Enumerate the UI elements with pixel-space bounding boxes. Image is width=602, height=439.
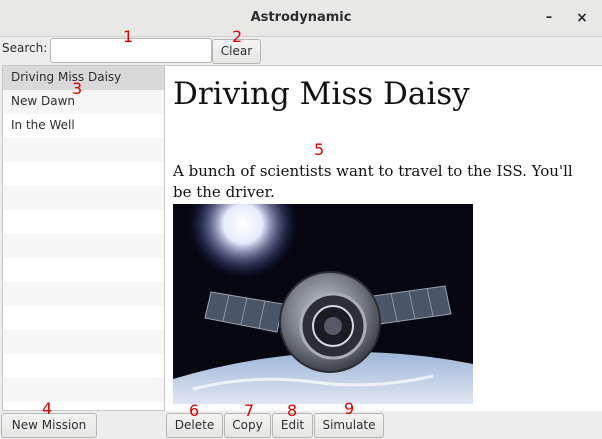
empty-list-row	[3, 306, 164, 330]
mission-list-item[interactable]: Driving Miss Daisy	[3, 66, 164, 90]
annotation-marker: 8	[287, 401, 298, 420]
empty-list-row	[3, 162, 164, 186]
annotation-marker: 5	[314, 140, 325, 159]
annotation-marker: 7	[244, 401, 255, 420]
annotation-marker: 1	[123, 27, 134, 46]
empty-list-row	[3, 330, 164, 354]
annotation-marker: 9	[344, 399, 355, 418]
minimize-icon[interactable]: –	[540, 9, 558, 27]
mission-detail-pane: Driving Miss Daisy A bunch of scientists…	[165, 65, 602, 411]
close-icon[interactable]: ×	[573, 9, 591, 27]
annotation-marker: 6	[189, 401, 200, 420]
empty-list-row	[3, 378, 164, 402]
annotation-marker: 3	[72, 79, 83, 98]
mission-title: Driving Miss Daisy	[173, 76, 470, 112]
mission-list: Driving Miss Daisy New Dawn In the Well	[2, 65, 165, 411]
mission-list-item[interactable]: New Dawn	[3, 90, 164, 114]
spacecraft-photo	[173, 204, 473, 404]
empty-list-row	[3, 354, 164, 378]
empty-list-row	[3, 282, 164, 306]
empty-list-row	[3, 210, 164, 234]
empty-list-row	[3, 138, 164, 162]
mission-description: A bunch of scientists want to travel to …	[173, 162, 573, 201]
window-title: Astrodynamic	[250, 10, 352, 25]
empty-list-row	[3, 402, 164, 410]
empty-list-row	[3, 258, 164, 282]
empty-list-row	[3, 234, 164, 258]
annotation-marker: 4	[42, 399, 53, 418]
mission-list-item[interactable]: In the Well	[3, 114, 164, 138]
search-label: Search:	[2, 41, 48, 55]
annotation-marker: 2	[232, 27, 243, 46]
title-bar: Astrodynamic – ×	[0, 0, 602, 37]
empty-list-row	[3, 186, 164, 210]
